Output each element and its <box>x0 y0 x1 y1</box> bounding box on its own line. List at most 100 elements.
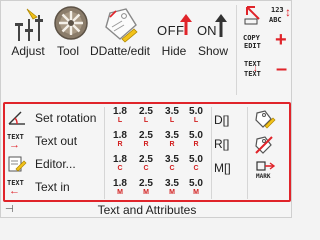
text-justify-suffix: M <box>193 189 199 196</box>
text-size-value: 5.0 <box>189 154 203 165</box>
editor-button[interactable]: Editor... <box>7 155 76 173</box>
text-size-button[interactable]: 2.5 L <box>135 107 157 125</box>
mark-button[interactable]: MARK <box>254 159 280 183</box>
text-size-value: 1.8 <box>113 106 127 117</box>
text-size-value: 2.5 <box>139 130 153 141</box>
text-justify-suffix: C <box>169 165 175 172</box>
text-out-button[interactable]: TEXT → Text out <box>7 132 78 151</box>
ddatte-edit-label: DDatte/edit <box>89 44 151 58</box>
tool-label: Tool <box>56 44 79 58</box>
justify-d-button[interactable]: D[] <box>214 113 238 127</box>
text-justify-suffix: C <box>193 165 199 172</box>
copy-edit-button[interactable]: COPY EDIT <box>241 31 267 53</box>
text-size-button[interactable]: 5.0 M <box>185 179 207 197</box>
text-justify-suffix: R <box>143 141 149 148</box>
arrow-left-icon: ← <box>9 185 20 197</box>
text-size-button[interactable]: 3.5 C <box>161 155 183 173</box>
text-in-icon: TEXT ← <box>7 179 29 197</box>
edit-attribute-icon <box>255 110 276 129</box>
text-size-button[interactable]: 1.8 R <box>109 131 131 149</box>
hide-label: Hide <box>161 44 187 58</box>
text-justify-suffix: C <box>143 165 149 172</box>
text-size-button[interactable]: 3.5 L <box>161 107 183 125</box>
text-text-button[interactable]: TEXT TEXT ↓ <box>243 59 267 81</box>
sort-arrow-icon: ↕ <box>285 5 291 19</box>
group-title: Text and Attributes <box>97 203 197 217</box>
mark-label: MARK <box>256 173 271 180</box>
justify-m-label: M[] <box>214 161 231 175</box>
text-justify-suffix: R <box>117 141 123 148</box>
tool-button[interactable]: Tool <box>53 5 88 65</box>
minus-icon: – <box>276 58 288 80</box>
text-size-button[interactable]: 2.5 R <box>135 131 157 149</box>
text-size-button[interactable]: 5.0 C <box>185 155 207 173</box>
text-size-value: 1.8 <box>113 130 127 141</box>
move-text-icon <box>244 6 260 25</box>
text-size-button[interactable]: 5.0 L <box>185 107 207 125</box>
hide-off-text: OFF <box>157 23 185 38</box>
text-justify-suffix: M <box>117 189 123 196</box>
text-in-button[interactable]: TEXT ← Text in <box>7 178 70 197</box>
edit-attribute-button[interactable] <box>254 109 280 131</box>
show-button[interactable]: ON Show <box>197 5 229 65</box>
arrow-right-icon: → <box>9 139 20 151</box>
add-button[interactable]: + <box>271 29 291 53</box>
separator-2 <box>211 107 212 199</box>
text-size-value: 2.5 <box>139 106 153 117</box>
text-size-button[interactable]: 1.8 M <box>109 179 131 197</box>
text-size-button[interactable]: 5.0 R <box>185 131 207 149</box>
ribbon-panel: Adjust Tool DDatte/edit OFF Hide ON Show… <box>0 0 292 218</box>
justify-m-button[interactable]: M[] <box>214 161 238 175</box>
show-label: Show <box>197 44 229 58</box>
text-justify-suffix: R <box>169 141 175 148</box>
hide-button[interactable]: OFF Hide <box>157 5 192 65</box>
text-size-value: 3.5 <box>165 178 179 189</box>
text-justify-suffix: C <box>117 165 123 172</box>
text-size-button[interactable]: 3.5 R <box>161 131 183 149</box>
mark-icon <box>256 161 276 171</box>
text-size-button[interactable]: 2.5 M <box>135 179 157 197</box>
text-out-label: Text out <box>35 134 78 148</box>
ddatte-edit-button[interactable]: DDatte/edit <box>89 5 151 65</box>
top-separator <box>236 5 237 95</box>
remove-button[interactable]: – <box>271 58 291 81</box>
justify-r-label: R[] <box>214 137 230 151</box>
set-rotation-button[interactable]: Set rotation <box>7 109 96 127</box>
show-on-text: ON <box>197 23 217 38</box>
text-size-value: 5.0 <box>189 130 203 141</box>
text-size-value: 2.5 <box>139 154 153 165</box>
text-justify-suffix: M <box>169 189 175 196</box>
text-justify-suffix: M <box>143 189 149 196</box>
text-size-value: 2.5 <box>139 178 153 189</box>
text-out-icon: TEXT → <box>7 133 29 151</box>
separator-1 <box>104 107 105 199</box>
plus-icon: + <box>275 29 287 51</box>
text-size-button[interactable]: 3.5 M <box>161 179 183 197</box>
text-size-button[interactable]: 2.5 C <box>135 155 157 173</box>
text-size-button[interactable]: 1.8 L <box>109 107 131 125</box>
numbers-button[interactable]: 123 ABC ↕ <box>267 5 291 27</box>
justify-r-button[interactable]: R[] <box>214 137 238 151</box>
tag-edit-icon <box>89 5 151 43</box>
adjust-button[interactable]: Adjust <box>5 5 51 65</box>
text-size-value: 5.0 <box>189 178 203 189</box>
edit-text: EDIT <box>244 42 261 50</box>
move-text-button[interactable] <box>243 5 263 27</box>
show-on-icon: ON <box>197 5 229 43</box>
text-size-value: 1.8 <box>113 178 127 189</box>
delete-attribute-button[interactable] <box>254 135 280 157</box>
text-size-value: 3.5 <box>165 154 179 165</box>
text-justify-suffix: L <box>117 117 123 124</box>
text-size-button[interactable]: 1.8 C <box>109 155 131 173</box>
text-size-value: 3.5 <box>165 130 179 141</box>
numbers-text: 123 <box>271 6 284 14</box>
rotation-icon <box>7 110 29 126</box>
text-size-value: 5.0 <box>189 106 203 117</box>
adjust-icon <box>5 5 51 43</box>
set-rotation-label: Set rotation <box>35 111 97 125</box>
hide-off-icon: OFF <box>157 5 192 43</box>
editor-label: Editor... <box>35 157 76 171</box>
wheel-icon <box>53 5 88 43</box>
text-justify-suffix: L <box>169 117 175 124</box>
text-in-label: Text in <box>35 180 70 194</box>
